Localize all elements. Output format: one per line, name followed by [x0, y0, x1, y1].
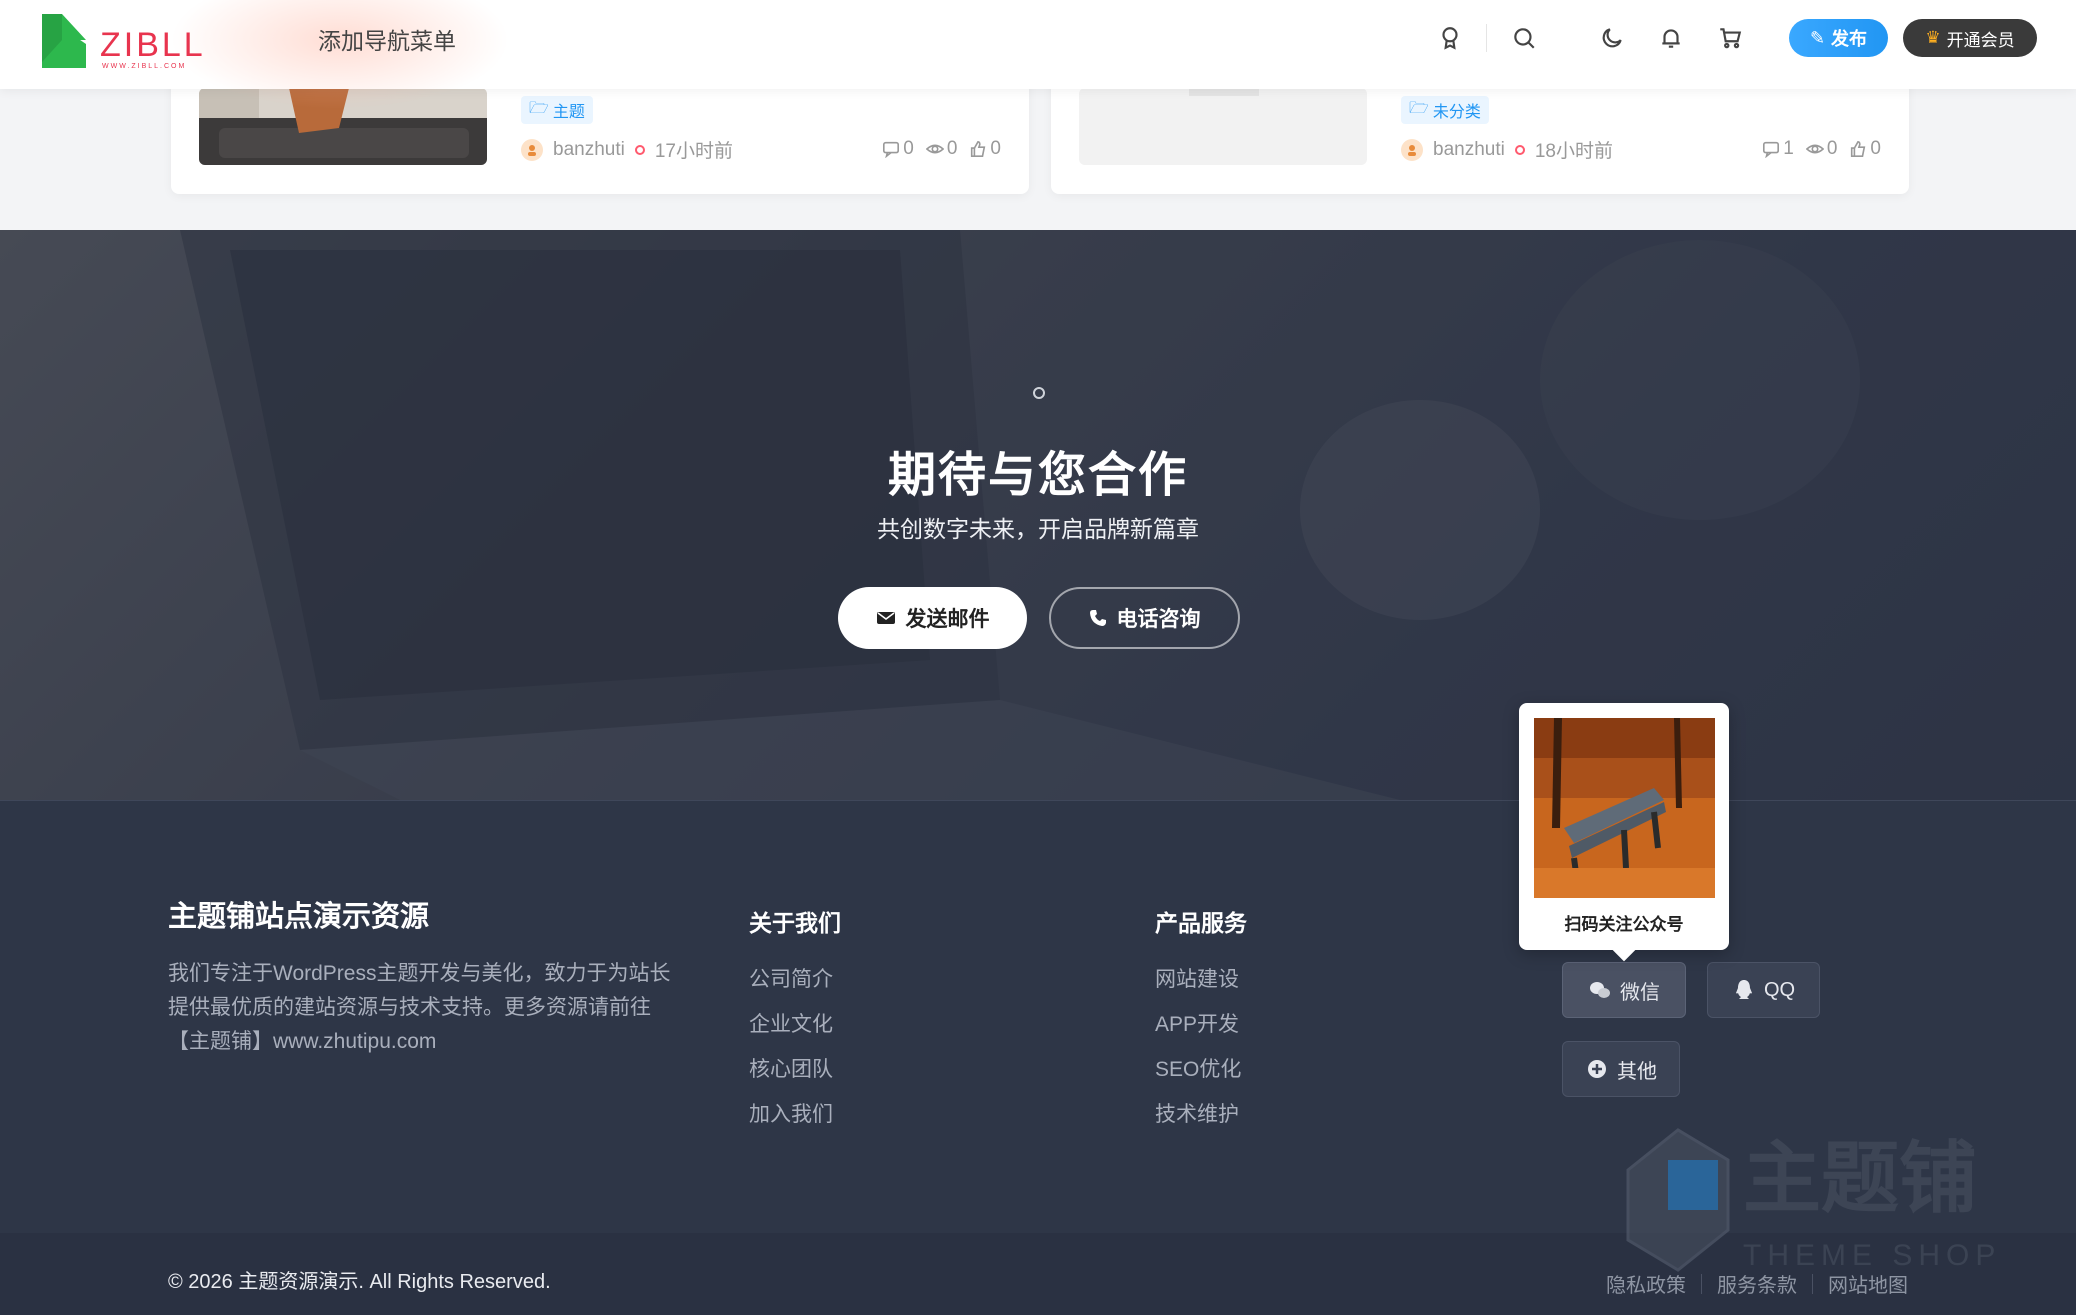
envelope-icon [876, 612, 895, 624]
post-stats: 1 0 0 [1762, 138, 1881, 160]
view-count: 0 [1805, 138, 1837, 160]
eye-icon [925, 144, 944, 154]
other-button[interactable]: 其他 [1562, 1041, 1680, 1097]
phone-consult-label: 电话咨询 [1116, 608, 1201, 631]
like-count[interactable]: 0 [969, 138, 1001, 160]
qq-button[interactable]: QQ [1707, 962, 1820, 1018]
service-column-title: 产品服务 [1155, 910, 1247, 936]
pencil-icon: ✎ [1809, 27, 1826, 48]
post-stats: 0 0 0 [882, 138, 1001, 160]
comment-icon [1763, 141, 1780, 158]
cta-subtitle: 共创数字未来，开启品牌新篇章 [877, 516, 1199, 542]
send-email-button[interactable]: 发送邮件 [838, 587, 1027, 649]
qr-code-popup: 扫码关注公众号 [1519, 703, 1729, 962]
phone-icon [1089, 610, 1106, 626]
avatar[interactable] [1401, 138, 1423, 161]
category-label: 未分类 [1432, 104, 1481, 121]
qq-icon [1735, 980, 1752, 999]
folder-icon: 🗁 [529, 99, 549, 117]
svg-text:ZIBLL: ZIBLL [100, 26, 206, 64]
publish-button[interactable]: ✎ 发布 [1789, 19, 1888, 57]
copyright-text: © 2026 主题资源演示. All Rights Reserved. [168, 1271, 551, 1293]
qq-label: QQ [1763, 978, 1796, 1001]
thumbs-up-icon [1851, 140, 1866, 158]
vip-button[interactable]: ♛ 开通会员 [1903, 19, 2037, 57]
site-header: ZIBLL WWW.ZIBLL.COM 添加导航菜单 ✎ 发布 ♛ 开通会员 [0, 0, 2076, 110]
footer-description: 我们专注于WordPress主题开发与美化，致力于为站长提供最优质的建站资源与技… [168, 962, 671, 1053]
author-name[interactable]: banzhuti [1433, 139, 1505, 161]
folder-icon: 🗁 [1409, 99, 1429, 117]
qr-caption: 扫码关注公众号 [1564, 915, 1684, 934]
send-email-label: 发送邮件 [905, 608, 990, 631]
qr-code-image [1534, 718, 1715, 898]
svg-text:THEME SHOP: THEME SHOP [1743, 1239, 2001, 1272]
vip-label: 开通会员 [1946, 30, 2015, 50]
footer-link-company-intro[interactable]: 公司简介 [749, 963, 833, 993]
comment-count: 1 [1762, 138, 1794, 160]
cart-icon[interactable] [1712, 20, 1748, 56]
comment-count: 0 [882, 138, 914, 160]
plus-circle-icon [1588, 1060, 1606, 1078]
wechat-icon [1590, 982, 1610, 998]
footer-link-seo[interactable]: SEO优化 [1155, 1053, 1241, 1083]
footer-link-team[interactable]: 核心团队 [749, 1053, 833, 1083]
about-column-title: 关于我们 [749, 910, 841, 936]
post-meta: banzhuti 17小时前 [521, 136, 733, 163]
wechat-button[interactable]: 微信 [1562, 962, 1686, 1018]
category-tag[interactable]: 🗁 主题 [521, 96, 593, 124]
time-dot-icon [634, 144, 645, 155]
footer-link-culture[interactable]: 企业文化 [749, 1008, 833, 1038]
footer-link-app-dev[interactable]: APP开发 [1155, 1008, 1239, 1038]
header-divider [1486, 24, 1487, 52]
crown-icon: ♛ [1925, 28, 1941, 47]
publish-label: 发布 [1831, 29, 1868, 49]
other-label: 其他 [1617, 1060, 1657, 1083]
category-label: 主题 [552, 104, 585, 121]
like-count[interactable]: 0 [1849, 138, 1881, 160]
post-thumbnail[interactable] [1079, 88, 1367, 165]
cta-section: 期待与您合作 共创数字未来，开启品牌新篇章 发送邮件 电话咨询 [0, 230, 2076, 800]
footer-link-web-build[interactable]: 网站建设 [1155, 963, 1239, 993]
nav-menu-item[interactable]: 添加导航菜单 [318, 22, 456, 56]
time-dot-icon [1514, 144, 1525, 155]
phone-consult-button[interactable]: 电话咨询 [1049, 587, 1240, 649]
view-count: 0 [925, 138, 957, 160]
site-logo[interactable]: ZIBLL WWW.ZIBLL.COM [40, 12, 230, 70]
thumbs-up-icon [971, 140, 986, 158]
search-icon[interactable] [1506, 20, 1542, 56]
moon-icon[interactable] [1594, 20, 1630, 56]
eye-icon [1805, 144, 1824, 154]
svg-text:WWW.ZIBLL.COM: WWW.ZIBLL.COM [102, 63, 186, 70]
author-name[interactable]: banzhuti [553, 139, 625, 161]
decor-dot-icon [1033, 387, 1045, 399]
footer-link-join-us[interactable]: 加入我们 [749, 1098, 833, 1128]
bell-icon[interactable] [1653, 20, 1689, 56]
footer-link-maintenance[interactable]: 技术维护 [1155, 1098, 1239, 1128]
comment-icon [883, 141, 900, 158]
cta-title: 期待与您合作 [887, 449, 1188, 502]
post-time: 17小时前 [654, 141, 733, 162]
post-time: 18小时前 [1534, 141, 1613, 162]
svg-text:主题铺: 主题铺 [1743, 1134, 1977, 1224]
theme-shop-watermark-logo: 主题铺 THEME SHOP [1608, 1120, 2048, 1290]
avatar[interactable] [521, 138, 543, 161]
category-tag[interactable]: 🗁 未分类 [1401, 96, 1489, 124]
medal-icon[interactable] [1432, 20, 1468, 56]
wechat-label: 微信 [1620, 981, 1660, 1004]
footer-brand-title: 主题铺站点演示资源 [168, 901, 430, 933]
post-meta: banzhuti 18小时前 [1401, 136, 1613, 163]
